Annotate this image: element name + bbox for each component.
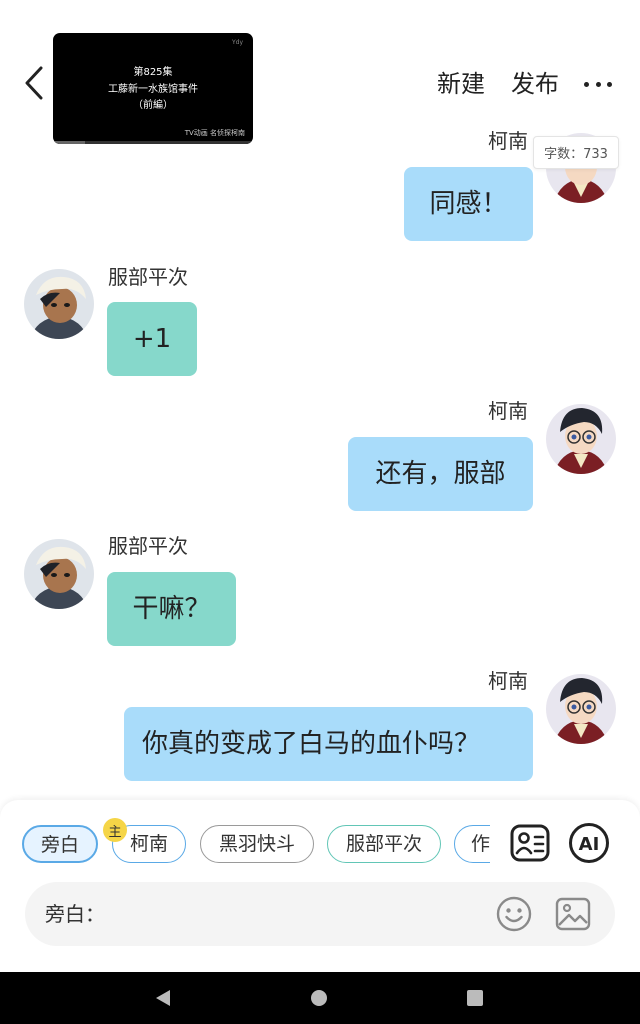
speaker-name: 柯南 — [488, 399, 528, 423]
heiji-avatar[interactable] — [24, 539, 94, 609]
triangle-back-icon — [156, 990, 170, 1006]
main-role-badge: 主 — [103, 818, 127, 842]
character-card-button[interactable] — [509, 822, 551, 864]
image-button[interactable] — [555, 897, 591, 931]
conan-avatar[interactable] — [546, 404, 616, 474]
message-bubble[interactable]: 干嘛？ — [107, 572, 236, 646]
speaker-name: 柯南 — [488, 669, 528, 693]
role-chip-kaito[interactable]: 黑羽快斗 — [200, 825, 314, 863]
system-nav-bar — [0, 972, 640, 1024]
smiley-icon — [496, 896, 532, 932]
role-chip-heiji[interactable]: 服部平次 — [327, 825, 441, 863]
heiji-avatar[interactable] — [24, 269, 94, 339]
message-input-bar — [25, 882, 615, 946]
speaker-name: 柯南 — [488, 129, 528, 153]
role-selector: 旁白 柯南 黑羽快斗 服部平次 作 — [22, 825, 490, 865]
speaker-name: 服部平次 — [108, 534, 188, 558]
role-chip-narrator[interactable]: 旁白 — [22, 825, 98, 863]
speaker-name: 服部平次 — [108, 265, 188, 289]
message-bubble[interactable]: 同感！ — [404, 167, 533, 241]
message-bubble[interactable]: 还有，服部 — [348, 437, 533, 511]
new-button[interactable]: 新建 — [437, 66, 485, 102]
ai-button[interactable]: AI — [568, 822, 610, 864]
video-preview[interactable]: Ydy 第825集 工藤新一水族馆事件 （前編） TV动画 名侦探柯南 — [53, 33, 253, 144]
image-icon — [555, 897, 591, 931]
contact-card-icon — [510, 824, 550, 862]
nav-recents-button[interactable] — [467, 990, 483, 1006]
video-watermark-top: Ydy — [231, 39, 243, 46]
video-progress — [53, 141, 253, 144]
message-bubble[interactable]: 你真的变成了白马的血仆吗？ — [124, 707, 533, 781]
ai-label: AI — [579, 834, 600, 855]
message-bubble[interactable]: +1 — [107, 302, 197, 376]
word-count-badge: 字数：733 — [533, 136, 619, 169]
video-watermark: TV动画 名侦探柯南 — [184, 129, 245, 137]
back-button[interactable] — [14, 60, 54, 106]
video-title: 工藤新一水族馆事件 — [108, 84, 198, 95]
video-subtitle: （前編） — [133, 100, 173, 111]
publish-button[interactable]: 发布 — [511, 66, 559, 102]
role-chip-more[interactable]: 作 — [454, 825, 490, 863]
nav-back-button[interactable] — [154, 989, 172, 1007]
message-input[interactable] — [45, 894, 485, 934]
video-episode: 第825集 — [133, 67, 173, 78]
emoji-button[interactable] — [496, 896, 532, 932]
word-count-text: 字数：733 — [544, 147, 608, 162]
chevron-left-icon — [25, 66, 43, 100]
top-bar: Ydy 第825集 工藤新一水族馆事件 （前編） TV动画 名侦探柯南 新建 发… — [0, 0, 640, 144]
nav-home-button[interactable] — [311, 990, 327, 1006]
ai-icon: AI — [569, 823, 609, 863]
more-icon[interactable] — [584, 74, 612, 94]
conan-avatar[interactable] — [546, 674, 616, 744]
